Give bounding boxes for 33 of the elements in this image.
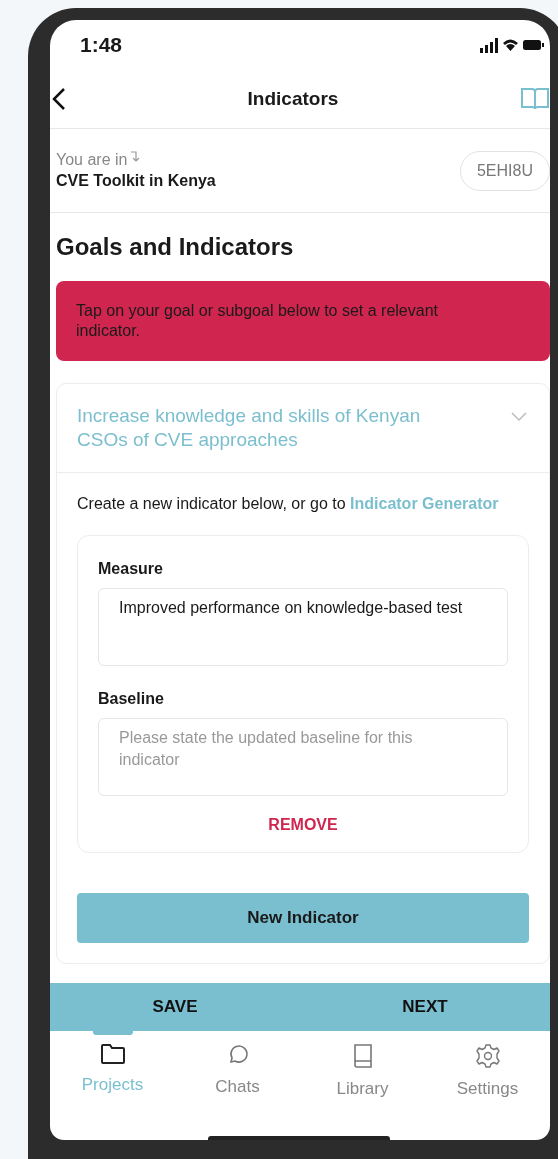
tab-label: Projects <box>81 1075 144 1095</box>
folder-icon <box>99 1043 126 1065</box>
context-label: You are in <box>56 151 128 169</box>
book-icon[interactable] <box>520 86 550 112</box>
screen-title: Indicators <box>247 88 339 110</box>
save-button[interactable]: SAVE <box>50 983 300 1031</box>
book-icon <box>351 1043 374 1069</box>
input-field[interactable]: Improved performance on knowledge-based test <box>98 588 508 666</box>
goal-title: Increase knowledge and skills of Kenyan CSOs of CVE approaches <box>77 404 422 452</box>
chevron-icon[interactable] <box>511 412 527 422</box>
tab-item[interactable]: Chats <box>182 1039 293 1099</box>
tab-item[interactable]: Settings <box>432 1039 543 1099</box>
turn-arrow-icon <box>130 151 141 163</box>
remove-link[interactable]: REMOVE <box>268 816 338 834</box>
field-label: Baseline <box>98 690 165 708</box>
status-time: 1:48 <box>80 33 123 57</box>
alert-banner: Tap on your goal or subgoal below to set a relevant indicator. <box>56 281 550 361</box>
wifi-icon <box>503 38 518 52</box>
tab-item[interactable]: Library <box>307 1039 418 1099</box>
signal-icon <box>480 37 498 53</box>
back-icon[interactable] <box>52 87 66 111</box>
intro-text: Create a new indicator below, or go to Indicator Generator <box>77 494 500 514</box>
tab-label: Library <box>336 1079 389 1099</box>
page-title: Goals and Indicators <box>56 233 295 261</box>
field-label: Measure <box>98 560 164 578</box>
settings-icon <box>474 1043 501 1069</box>
new-indicator-button[interactable]: New Indicator <box>77 893 529 943</box>
tab-label: Settings <box>456 1079 519 1099</box>
next-button[interactable]: NEXT <box>300 983 550 1031</box>
tab-label: Chats <box>215 1077 260 1097</box>
project-name: CVE Toolkit in Kenya <box>56 172 216 190</box>
battery-icon <box>523 40 544 50</box>
input-field[interactable]: Please state the updated baseline for this indicator <box>98 718 508 796</box>
